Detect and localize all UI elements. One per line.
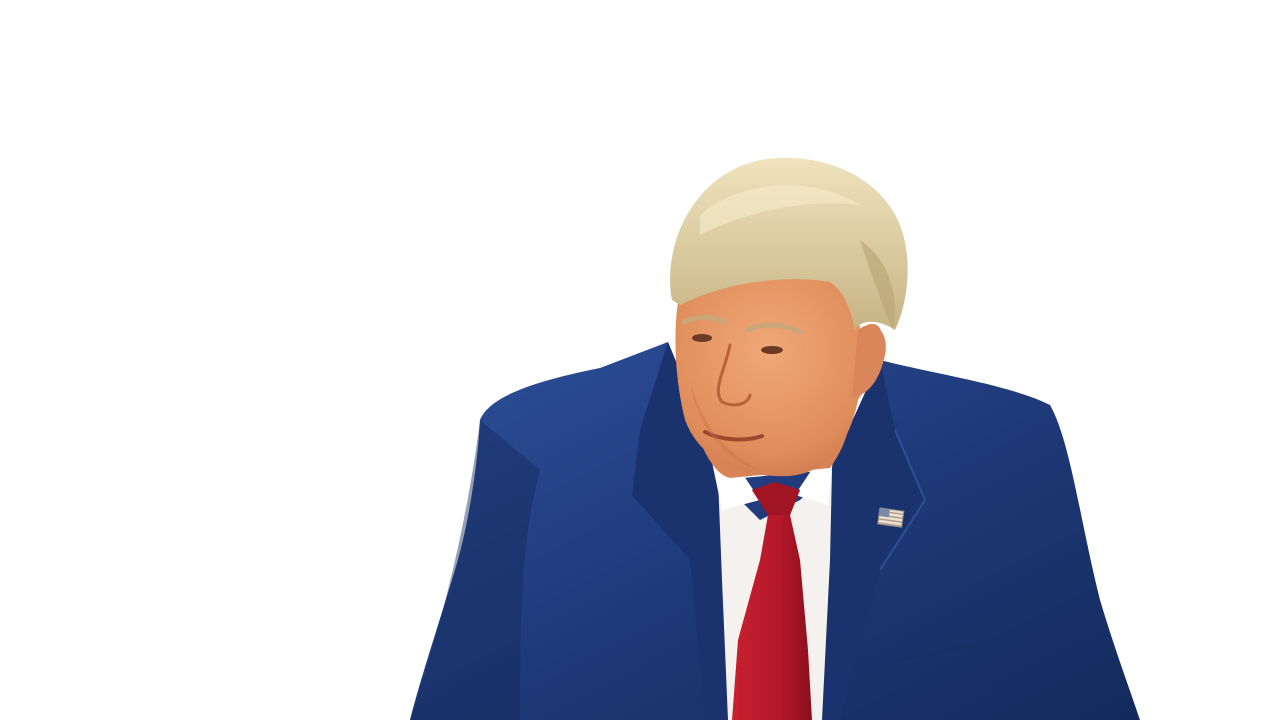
portrait-cutout	[410, 157, 1140, 720]
photo-canvas	[0, 0, 1280, 720]
right-eye	[761, 346, 783, 354]
flag-lapel-pin-icon	[877, 507, 905, 528]
left-eye	[692, 334, 712, 342]
